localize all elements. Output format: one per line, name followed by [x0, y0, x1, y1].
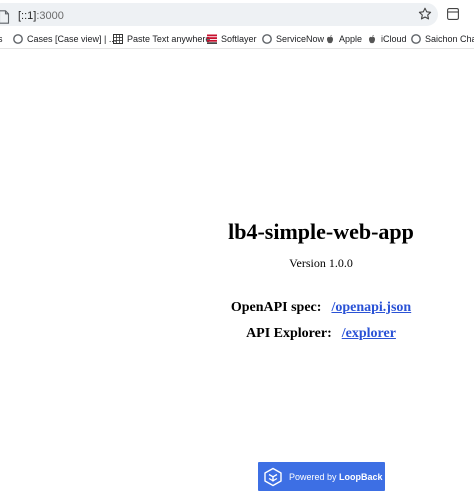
circle-icon — [262, 34, 272, 44]
bookmark-item[interactable]: s — [0, 32, 3, 46]
version-text: Version 1.0.0 — [289, 256, 353, 270]
powered-by-prefix: Powered by — [289, 471, 340, 482]
bookmark-label: Cases [Case view] | ... — [27, 34, 117, 44]
loopback-logo-icon — [264, 467, 282, 486]
explorer-label: API Explorer: — [246, 326, 332, 341]
powered-by-text: Powered by LoopBack — [289, 472, 383, 482]
bookmark-item[interactable]: Cases [Case view] | ... — [13, 32, 116, 46]
bookmark-item[interactable]: iCloud — [367, 32, 407, 46]
loopback-brand: LoopBack — [339, 471, 383, 482]
striped-logo-icon — [207, 34, 217, 44]
url-text[interactable]: [::1]:3000 — [18, 10, 64, 22]
bookmark-item[interactable]: Saichon Chaiy — [411, 32, 474, 46]
url-host: [::1] — [18, 10, 37, 22]
explorer-row: API Explorer: /explorer — [0, 326, 474, 342]
powered-by-loopback-button[interactable]: Powered by LoopBack — [258, 462, 385, 491]
browser-toolbar: [::1]:3000 — [0, 0, 474, 29]
sidebar-panel-icon[interactable] — [447, 8, 459, 20]
bookmark-item[interactable]: Apple — [325, 32, 362, 46]
bookmark-label: Saichon Chaiy — [425, 34, 474, 44]
explorer-link[interactable]: /explorer — [342, 326, 396, 341]
openapi-link[interactable]: /openapi.json — [331, 300, 411, 315]
bookmark-item[interactable]: Softlayer — [207, 32, 257, 46]
apple-icon — [369, 34, 375, 44]
circle-icon — [411, 34, 421, 44]
openapi-row: OpenAPI spec: /openapi.json — [0, 300, 474, 316]
bookmark-label: Paste Text anywhere — [127, 34, 211, 44]
bookmark-item[interactable]: Paste Text anywhere — [113, 32, 210, 46]
bookmark-label: Apple — [339, 34, 363, 44]
bookmark-label: Softlayer — [221, 34, 257, 44]
page-title: lb4-simple-web-app — [228, 219, 414, 244]
bookmark-item[interactable]: ServiceNow — [262, 32, 324, 46]
url-port: :3000 — [36, 10, 64, 22]
grid-icon — [113, 34, 123, 44]
openapi-label: OpenAPI spec: — [230, 300, 322, 315]
address-bar[interactable]: [::1]:3000 — [0, 3, 438, 26]
circle-icon — [13, 34, 23, 44]
page-icon — [0, 10, 10, 24]
bookmark-label: iCloud — [381, 34, 407, 44]
bookmark-star-icon[interactable] — [418, 7, 432, 21]
bookmark-label: s — [0, 34, 3, 44]
apple-icon — [327, 34, 333, 44]
bookmark-label: ServiceNow — [276, 34, 325, 44]
bookmarks-bar: s Cases [Case view] | ... Paste Text any… — [0, 29, 474, 49]
page-content: lb4-simple-web-app Version 1.0.0 OpenAPI… — [0, 50, 474, 500]
